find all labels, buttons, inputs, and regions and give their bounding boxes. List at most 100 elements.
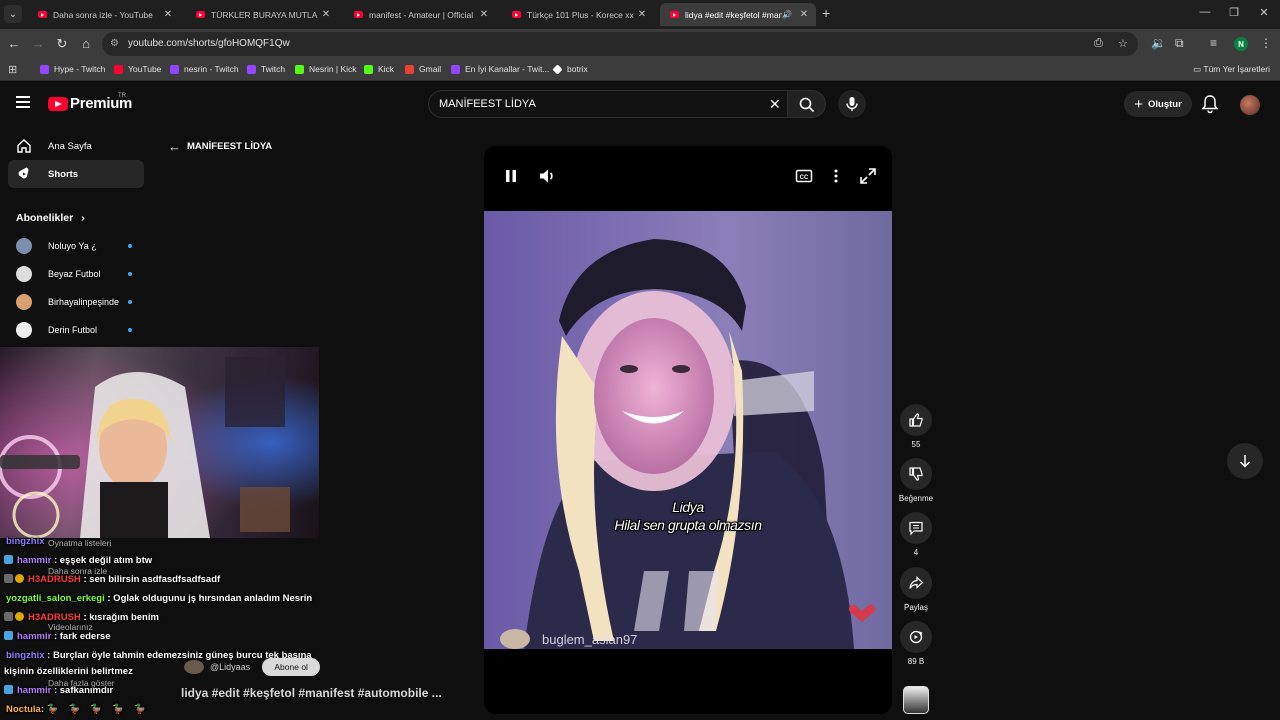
share-button[interactable] — [900, 567, 932, 599]
streamer-webcam-overlay — [0, 347, 319, 538]
bookmark-hype-twitch[interactable]: Hype - Twitch — [40, 64, 105, 74]
youtube-logo-icon[interactable] — [48, 97, 68, 111]
tab-title: Türkçe 101 Plus - Korece xx Emre — [527, 9, 634, 20]
extensions-icon[interactable]: ⧉ — [1175, 36, 1184, 51]
site-info-icon[interactable]: ⚙ — [110, 38, 119, 49]
bookmark-star-icon[interactable]: ☆ — [1118, 37, 1128, 50]
closed-captions-icon[interactable]: CC — [794, 166, 814, 186]
subscribe-button[interactable]: Abone ol — [262, 658, 321, 676]
bookmark-gmail[interactable]: Gmail — [405, 64, 441, 74]
tab-turkce-101[interactable]: Türkçe 101 Plus - Korece xx Emre ✕ — [502, 3, 654, 26]
tab-turkler[interactable]: TÜRKLER BURAYA MUTLAKA GİRİN ✕ — [186, 3, 338, 26]
channel-avatar[interactable] — [184, 660, 204, 674]
short-title[interactable]: lidya #edit #keşfetol #manifest #automob… — [181, 686, 442, 700]
channel-handle[interactable]: @Lidyaas — [210, 662, 250, 672]
reading-list-icon[interactable]: ≡ — [1210, 36, 1217, 50]
close-window-icon[interactable]: ✕ — [1254, 6, 1274, 19]
pause-icon[interactable] — [501, 166, 521, 186]
sidebar-item-home[interactable]: Ana Sayfa — [8, 132, 144, 160]
sidebar-item-shorts[interactable]: Shorts — [8, 160, 144, 188]
bookmark-nesrin-kick[interactable]: Nesrin | Kick — [295, 64, 357, 74]
chat-username: Noctula — [6, 704, 41, 715]
bookmark-nesrin-twitch[interactable]: nesrin - Twitch — [170, 64, 239, 74]
shorts-back-button[interactable]: ← MANİFEEST LİDYA — [168, 139, 272, 154]
media-sound-icon[interactable]: 🔉 — [1151, 36, 1166, 50]
new-tab-plus-icon[interactable]: + — [822, 5, 830, 21]
browser-menu-icon[interactable]: ⋮ — [1260, 36, 1272, 50]
notifications-bell-icon[interactable] — [1201, 94, 1221, 114]
next-short-button[interactable] — [1227, 443, 1263, 479]
profile-avatar[interactable]: N — [1234, 37, 1248, 51]
new-content-dot — [128, 244, 132, 248]
search-icon — [799, 97, 815, 113]
comments-action[interactable]: 4 — [898, 512, 934, 557]
close-tab-icon[interactable]: ✕ — [476, 9, 492, 20]
shorts-player[interactable]: CC Lidya Hilal sen grupta olmazsın bugle… — [484, 146, 892, 714]
install-app-icon[interactable]: ⎙ — [1094, 37, 1103, 50]
minimize-icon[interactable]: — — [1195, 6, 1215, 18]
guide-sidebar: Ana Sayfa Shorts Abonelikler › Noluyo Ya … — [0, 127, 152, 347]
clear-search-icon[interactable]: ✕ — [769, 96, 781, 113]
tab-watch-later[interactable]: Daha sonra izle - YouTube ✕ — [28, 3, 180, 26]
comment-count: 4 — [913, 548, 919, 557]
chat-username: hammir — [17, 685, 52, 696]
close-tab-icon[interactable]: ✕ — [160, 9, 176, 20]
close-tab-icon[interactable]: ✕ — [796, 9, 812, 20]
chat-badge-icon — [4, 574, 13, 583]
twitch-icon — [451, 64, 460, 74]
short-info-area — [484, 649, 892, 714]
tab-search-icon[interactable]: ⌄ — [4, 5, 22, 23]
like-button[interactable] — [900, 404, 932, 436]
sidebar-sub-derin-futbol[interactable]: Derin Futbol — [16, 321, 136, 339]
maximize-icon[interactable]: ❐ — [1224, 6, 1244, 19]
tab-title: manifest - Amateur | Official Music — [369, 9, 476, 20]
bookmark-twitch[interactable]: Twitch — [247, 64, 285, 74]
short-video-frame[interactable]: Lidya Hilal sen grupta olmazsın buglem_a… — [484, 211, 892, 649]
home-icon[interactable]: ⌂ — [78, 36, 94, 51]
bookmark-botrix[interactable]: botrix — [552, 63, 588, 75]
remix-icon — [909, 630, 923, 644]
tab-audio-icon[interactable]: 🔊 — [782, 10, 792, 19]
browser-tab-bar: ⌄ Daha sonra izle - YouTube ✕ TÜRKLER BU… — [0, 0, 1280, 29]
dislike-action[interactable]: Beğenme — [898, 458, 934, 503]
create-button[interactable]: + Oluştur — [1124, 91, 1192, 117]
chat-badge-icon — [4, 631, 13, 640]
address-bar[interactable]: ⚙ youtube.com/shorts/gfoHOMQF1Qw ⎙ ☆ — [102, 32, 1138, 56]
search-query-text: MANİFEEST LİDYA — [439, 98, 536, 110]
guide-menu-icon[interactable] — [16, 96, 30, 108]
close-tab-icon[interactable]: ✕ — [318, 9, 334, 20]
dislike-button[interactable] — [900, 458, 932, 490]
bookmark-kick[interactable]: Kick — [364, 64, 394, 74]
remix-action[interactable]: 89 B — [898, 621, 934, 666]
share-action[interactable]: Paylaş — [898, 567, 934, 612]
fullscreen-icon[interactable] — [858, 166, 878, 186]
sidebar-sub-birhayalinpesinde[interactable]: Birhayalinpeşinde — [16, 293, 136, 311]
back-arrow-icon[interactable]: ← — [6, 36, 22, 51]
comments-button[interactable] — [900, 512, 932, 544]
tab-lidya-active[interactable]: lidya #edit #keşfetol #manifest 🔊 ✕ — [660, 3, 816, 26]
like-action[interactable]: 55 — [898, 404, 934, 449]
all-bookmarks-folder[interactable]: ▭ Tüm Yer İşaretleri — [1193, 64, 1270, 75]
chat-text: : safkanımdır — [53, 685, 114, 696]
close-tab-icon[interactable]: ✕ — [634, 9, 650, 20]
sidebar-sub-beyaz-futbol[interactable]: Beyaz Futbol — [16, 265, 136, 283]
tab-manifest[interactable]: manifest - Amateur | Official Music ✕ — [344, 3, 496, 26]
search-button[interactable] — [788, 90, 826, 118]
more-options-icon[interactable] — [826, 166, 846, 186]
gmail-icon — [405, 64, 414, 74]
forward-arrow-icon[interactable]: → — [30, 36, 46, 51]
volume-icon[interactable] — [537, 166, 557, 186]
webcam-image — [0, 347, 319, 538]
sidebar-item-label: Ana Sayfa — [48, 140, 92, 152]
remix-button[interactable] — [900, 621, 932, 653]
reload-icon[interactable]: ↻ — [54, 36, 70, 52]
bookmark-en-iyi-kanallar[interactable]: En İyi Kanallar - Twit... — [451, 64, 549, 74]
voice-search-button[interactable] — [838, 90, 866, 118]
apps-grid-icon[interactable]: ⊞ — [8, 63, 17, 76]
account-avatar[interactable] — [1240, 95, 1260, 115]
bookmark-youtube[interactable]: YouTube — [114, 64, 161, 74]
sidebar-sub-noluyo[interactable]: Noluyo Ya ¿ — [16, 237, 136, 255]
sound-thumbnail[interactable] — [903, 686, 929, 714]
search-input[interactable]: MANİFEEST LİDYA ✕ — [428, 90, 788, 118]
subscriptions-header[interactable]: Abonelikler › — [16, 212, 85, 224]
